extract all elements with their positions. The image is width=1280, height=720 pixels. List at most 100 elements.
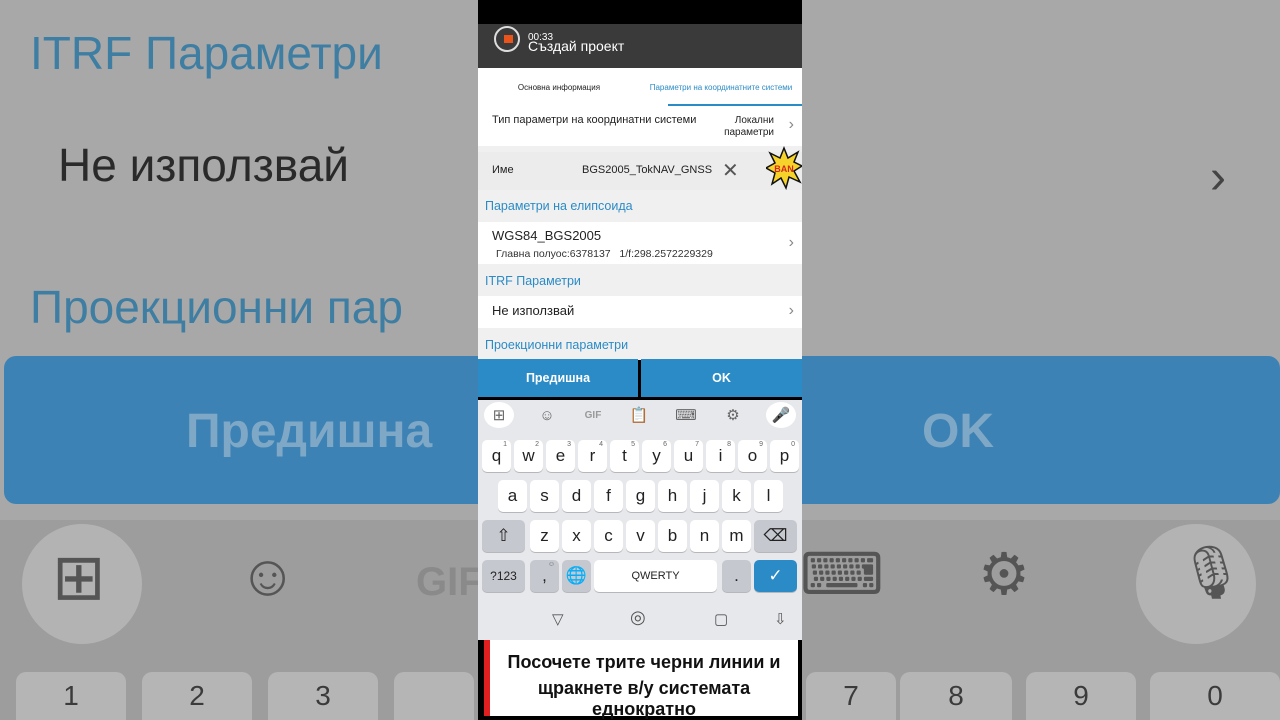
key-b[interactable]: b	[658, 520, 687, 552]
back-nav-icon[interactable]: ▽	[552, 610, 564, 628]
itrf-section-title: ITRF Параметри	[485, 274, 581, 288]
recents-nav-icon[interactable]: ▢	[714, 610, 728, 628]
bang-sticker-icon: BAN	[766, 146, 802, 190]
nav-bar: ▽ ◎ ▢ ⇩	[478, 600, 802, 640]
flattening: 1/f:298.2572229329	[619, 248, 713, 260]
tab-coordinate-systems[interactable]: Параметри на координатните системи	[640, 68, 802, 106]
sticker-icon[interactable]: ☺	[532, 402, 562, 428]
key-n[interactable]: n	[690, 520, 719, 552]
backspace-icon[interactable]: ⌫	[754, 520, 797, 552]
symbols-key[interactable]: ?123	[482, 560, 525, 592]
soft-keyboard: ⊞ ☺ GIF 📋 ⌨ ⚙ 🎤 q1 w2 e3 r4 t5 y6 u7 i8 …	[478, 400, 802, 600]
semi-major-axis: Главна полуос:6378137	[496, 248, 611, 260]
itrf-value: Не използвай	[492, 303, 575, 318]
param-type-row[interactable]: Тип параметри на координатни системи Лок…	[478, 106, 802, 146]
hide-keyboard-icon[interactable]: ⇩	[774, 610, 787, 628]
record-dot	[504, 35, 513, 43]
settings-icon[interactable]: ⚙	[718, 402, 748, 428]
home-nav-icon[interactable]: ◎	[630, 607, 646, 628]
caption-line-1: Посочете трите черни линии и	[507, 652, 781, 672]
bg-do-not-use: Не използвай	[58, 139, 349, 191]
period-key[interactable]: .	[722, 560, 751, 592]
key-e[interactable]: e3	[546, 440, 575, 472]
bg-ok: OK	[922, 405, 994, 458]
screen-recorder-icon[interactable]	[494, 26, 520, 52]
key-m[interactable]: m	[722, 520, 751, 552]
ellipsoid-row[interactable]: WGS84_BGS2005 Главна полуос:6378137 1/f:…	[478, 222, 802, 264]
name-field[interactable]: BGS2005_TokNAV_GNSS	[582, 164, 712, 176]
instruction-caption: Посочете трите черни линии и щракнете в/…	[484, 640, 798, 719]
svg-text:BAN: BAN	[774, 164, 794, 174]
chevron-right-icon: ›	[788, 116, 794, 133]
bg-projection-title: Проекционни пар	[30, 281, 403, 333]
ellipsoid-name: WGS84_BGS2005	[492, 228, 602, 243]
caption-line-2: щракнете в/у системата еднократно	[537, 678, 751, 719]
bg-key: 9	[1026, 672, 1136, 720]
key-q[interactable]: q1	[482, 440, 511, 472]
bg-key: 8	[900, 672, 1012, 720]
enter-check-icon[interactable]: ✓	[754, 560, 797, 592]
gif-button[interactable]: GIF	[578, 402, 608, 428]
clipboard-icon[interactable]: 📋	[624, 402, 654, 428]
chevron-right-icon: ›	[788, 234, 794, 251]
phone-screen: 00:33 Създай проект Основна информация П…	[478, 0, 802, 720]
ellipsoid-section-title: Параметри на елипсоида	[485, 199, 633, 213]
bg-itrf-title: ITRF Параметри	[30, 27, 383, 79]
apps-icon[interactable]: ⊞	[484, 402, 514, 428]
bg-gear-icon: ⚙	[978, 542, 1030, 607]
key-y[interactable]: y6	[642, 440, 671, 472]
chevron-right-icon: ›	[788, 302, 794, 319]
bg-key: 7	[806, 672, 896, 720]
bg-key	[394, 672, 474, 720]
bg-keyboard-icon: ⌨	[800, 542, 884, 607]
key-f[interactable]: f	[594, 480, 623, 512]
emoji-comma-key[interactable]: , ☺	[530, 560, 559, 592]
bg-key: 2	[142, 672, 252, 720]
bg-key: 1	[16, 672, 126, 720]
itrf-row[interactable]: Не използвай ›	[478, 296, 802, 328]
app-bar: 00:33 Създай проект	[478, 24, 802, 68]
mic-icon[interactable]: 🎤	[766, 402, 796, 428]
bg-apps-icon: ⊞	[52, 541, 106, 613]
bg-gif: GIF	[416, 560, 483, 604]
ok-button[interactable]: OK	[641, 359, 802, 397]
form-content: Тип параметри на координатни системи Лок…	[478, 106, 802, 360]
projection-section-title: Проекционни параметри	[485, 338, 629, 352]
key-l[interactable]: l	[754, 480, 783, 512]
shift-icon[interactable]: ⇧	[482, 520, 525, 552]
key-x[interactable]: x	[562, 520, 591, 552]
key-j[interactable]: j	[690, 480, 719, 512]
key-g[interactable]: g	[626, 480, 655, 512]
name-row: Име BGS2005_TokNAV_GNSS ✕	[478, 152, 802, 190]
key-o[interactable]: o9	[738, 440, 767, 472]
key-a[interactable]: a	[498, 480, 527, 512]
key-p[interactable]: p0	[770, 440, 799, 472]
clear-icon[interactable]: ✕	[722, 158, 739, 183]
key-h[interactable]: h	[658, 480, 687, 512]
bg-chevron-icon: ›	[1210, 151, 1226, 204]
ellipsoid-params: Главна полуос:6378137 1/f:298.2572229329	[496, 248, 713, 260]
globe-icon[interactable]: 🌐	[562, 560, 591, 592]
bg-mic-icon: 🎙	[1178, 544, 1245, 602]
status-bar	[478, 0, 802, 24]
comma-label: ,	[542, 566, 547, 585]
bg-sticker-icon: ☺	[238, 543, 298, 608]
key-k[interactable]: k	[722, 480, 751, 512]
previous-button[interactable]: Предишна	[478, 359, 638, 397]
bg-key: 3	[268, 672, 378, 720]
key-w[interactable]: w2	[514, 440, 543, 472]
bg-previous: Предишна	[186, 405, 433, 458]
key-s[interactable]: s	[530, 480, 559, 512]
key-i[interactable]: i8	[706, 440, 735, 472]
space-key[interactable]: QWERTY	[594, 560, 717, 592]
key-c[interactable]: c	[594, 520, 623, 552]
key-t[interactable]: t5	[610, 440, 639, 472]
key-u[interactable]: u7	[674, 440, 703, 472]
key-z[interactable]: z	[530, 520, 559, 552]
tab-basic-info[interactable]: Основна информация	[478, 68, 640, 106]
key-r[interactable]: r4	[578, 440, 607, 472]
key-d[interactable]: d	[562, 480, 591, 512]
param-type-label: Тип параметри на координатни системи	[492, 114, 697, 126]
key-v[interactable]: v	[626, 520, 655, 552]
keyboard-icon[interactable]: ⌨	[671, 402, 701, 428]
